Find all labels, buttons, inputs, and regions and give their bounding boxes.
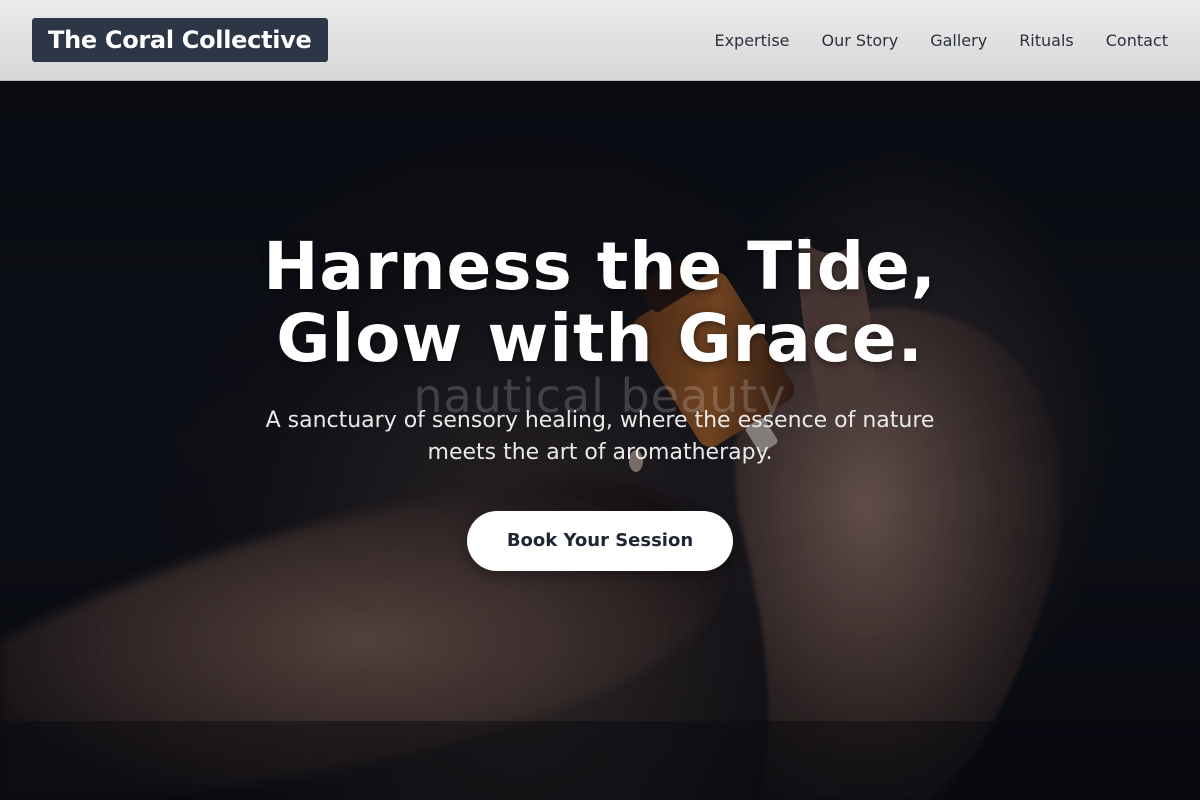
nav-link-rituals[interactable]: Rituals — [1019, 31, 1074, 50]
hero-subtitle: A sanctuary of sensory healing, where th… — [265, 408, 935, 465]
nav-link-gallery[interactable]: Gallery — [930, 31, 987, 50]
nav-link-contact[interactable]: Contact — [1106, 31, 1168, 50]
brand-logo[interactable]: The Coral Collective — [32, 18, 328, 62]
page: The Coral Collective Expertise Our Story… — [0, 0, 1200, 800]
nav-link-expertise[interactable]: Expertise — [714, 31, 789, 50]
book-session-button[interactable]: Book Your Session — [467, 511, 733, 571]
site-header: The Coral Collective Expertise Our Story… — [0, 0, 1200, 81]
hero-section: nautical beauty Harness the Tide, Glow w… — [0, 81, 1200, 800]
headline-line-1: Harness the Tide, — [263, 228, 937, 305]
hero-headline: Harness the Tide, Glow with Grace. — [0, 231, 1200, 375]
nav-link-our-story[interactable]: Our Story — [822, 31, 899, 50]
headline-line-2: Glow with Grace. — [276, 300, 924, 377]
main-nav: Expertise Our Story Gallery Rituals Cont… — [714, 31, 1168, 50]
hero-content: Harness the Tide, Glow with Grace. A san… — [0, 231, 1200, 571]
